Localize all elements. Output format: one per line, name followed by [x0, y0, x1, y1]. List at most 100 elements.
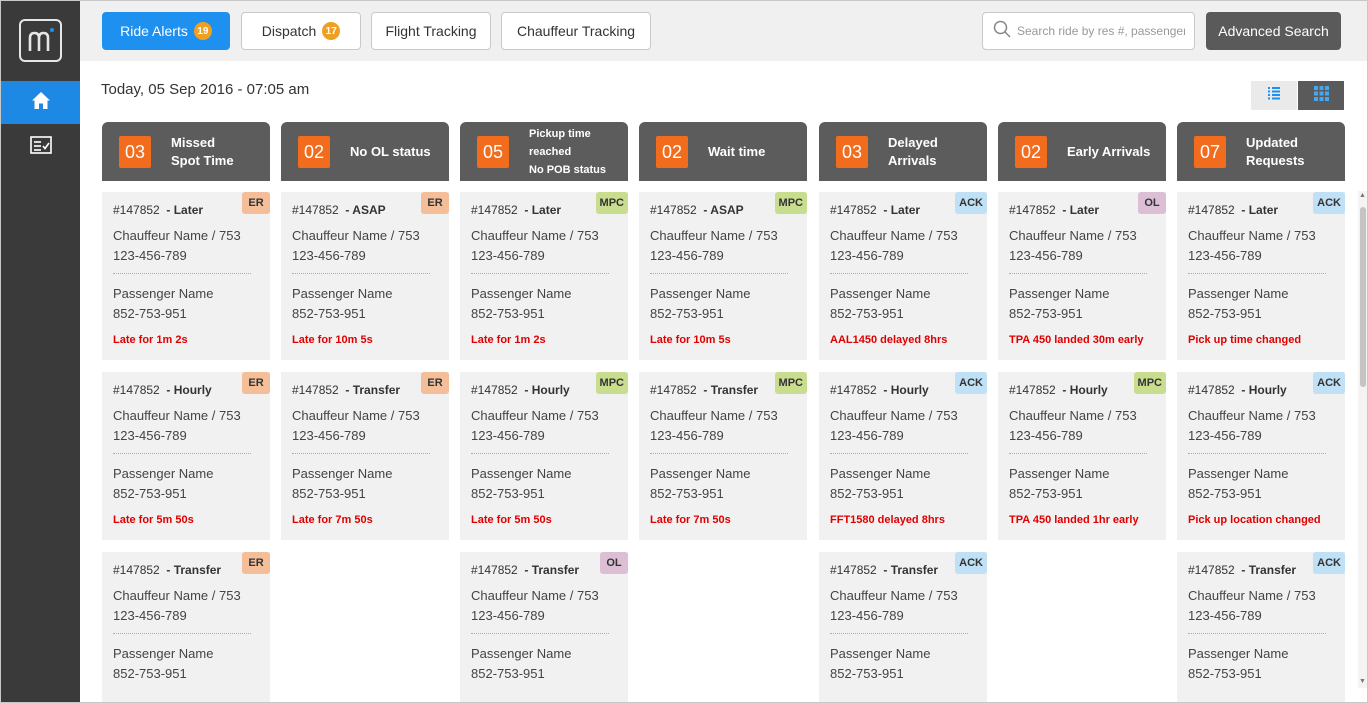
- app-logo[interactable]: [19, 19, 62, 62]
- ride-card[interactable]: #147852 - Later ER Chauffeur Name / 753 123…: [102, 192, 270, 360]
- passenger-name: Passenger Name: [471, 646, 572, 661]
- alert-column: 03 Delayed Arrivals #147852 - Later ACK Chau…: [819, 122, 987, 702]
- passenger-phone: 852-753-951: [113, 666, 187, 681]
- passenger-phone: 852-753-951: [113, 486, 187, 501]
- ride-card[interactable]: #147852 - ASAP ER Chauffeur Name / 753 123-…: [281, 192, 449, 360]
- search-box[interactable]: [982, 12, 1195, 50]
- passenger-phone: 852-753-951: [113, 306, 187, 321]
- ride-card[interactable]: #147852 - Later ACK Chauffeur Name / 753 12…: [1177, 192, 1345, 360]
- card-divider: [1188, 633, 1326, 634]
- grid-view-button[interactable]: [1298, 81, 1344, 110]
- card-divider: [830, 453, 968, 454]
- search-icon: [993, 20, 1011, 43]
- status-tag: ER: [242, 192, 270, 214]
- search-input[interactable]: [1017, 24, 1185, 38]
- card-divider: [650, 273, 788, 274]
- reservation-number: #147852: [830, 203, 877, 217]
- ride-card[interactable]: #147852 - Later OL Chauffeur Name / 753 123…: [998, 192, 1166, 360]
- passenger-name: Passenger Name: [830, 286, 931, 301]
- column-header: 07 Updated Requests: [1177, 122, 1345, 181]
- tab-ride-alerts[interactable]: Ride Alerts 19: [102, 12, 230, 50]
- chauffeur-phone: 123-456-789: [830, 248, 904, 263]
- chauffeur-phone: 123-456-789: [292, 428, 366, 443]
- scroll-up-arrow[interactable]: ▲: [1359, 192, 1366, 199]
- ride-card[interactable]: #147852 - Later ACK Chauffeur Name / 753 12…: [819, 192, 987, 360]
- passenger-name: Passenger Name: [650, 466, 751, 481]
- chauffeur-name: Chauffeur Name / 753: [113, 228, 241, 243]
- ride-card[interactable]: #147852 - Transfer ER Chauffeur Name / 753…: [102, 552, 270, 702]
- tab-flight-tracking[interactable]: Flight Tracking: [371, 12, 491, 50]
- scrollbar-thumb[interactable]: [1360, 207, 1366, 387]
- card-divider: [1188, 453, 1326, 454]
- passenger-phone: 852-753-951: [1188, 666, 1262, 681]
- ride-type: - Transfer: [883, 563, 939, 577]
- passenger-name: Passenger Name: [1009, 466, 1110, 481]
- ride-card[interactable]: #147852 - Transfer MPC Chauffeur Name / 75…: [639, 372, 807, 540]
- chauffeur-phone: 123-456-789: [1188, 248, 1262, 263]
- ride-card[interactable]: #147852 - Transfer ACK Chauffeur Name / 75…: [1177, 552, 1345, 702]
- reservation-number: #147852: [292, 203, 339, 217]
- reservation-number: #147852: [471, 563, 518, 577]
- column-count: 02: [298, 136, 330, 168]
- ride-type: - Later: [1062, 203, 1100, 217]
- passenger-name: Passenger Name: [1188, 466, 1289, 481]
- card-divider: [292, 453, 430, 454]
- alert-status: Late for 10m 5s: [292, 334, 373, 346]
- alert-column: 05 Pickup time reached No POB status #1478…: [460, 122, 628, 702]
- passenger-phone: 852-753-951: [471, 306, 545, 321]
- ride-id: #147852 - Later: [113, 203, 203, 217]
- ride-type: - Later: [524, 203, 562, 217]
- passenger-phone: 852-753-951: [830, 306, 904, 321]
- tab-label: Ride Alerts: [120, 23, 188, 39]
- ride-type: - Hourly: [524, 383, 570, 397]
- count-badge: 19: [193, 22, 212, 40]
- card-divider: [113, 273, 251, 274]
- passenger-phone: 852-753-951: [1188, 486, 1262, 501]
- sidebar-item-home[interactable]: [1, 81, 80, 124]
- chauffeur-phone: 123-456-789: [650, 428, 724, 443]
- column-header: 02 Wait time: [639, 122, 807, 181]
- ride-id: #147852 - ASAP: [650, 203, 744, 217]
- passenger-phone: 852-753-951: [292, 306, 366, 321]
- chauffeur-name: Chauffeur Name / 753: [1188, 588, 1316, 603]
- card-divider: [650, 453, 788, 454]
- ride-card[interactable]: #147852 - ASAP MPC Chauffeur Name / 753 123…: [639, 192, 807, 360]
- reservation-number: #147852: [471, 383, 518, 397]
- ride-id: #147852 - Later: [1188, 203, 1278, 217]
- checklist-icon: [29, 136, 52, 159]
- alert-status: Late for 7m 50s: [292, 514, 373, 526]
- passenger-name: Passenger Name: [113, 286, 214, 301]
- passenger-phone: 852-753-951: [471, 666, 545, 681]
- reservation-number: #147852: [1188, 383, 1235, 397]
- advanced-search-button[interactable]: Advanced Search: [1206, 12, 1341, 50]
- card-divider: [113, 453, 251, 454]
- sidebar-item-tasks[interactable]: [1, 126, 80, 169]
- ride-card[interactable]: #147852 - Hourly MPC Chauffeur Name / 753 1…: [998, 372, 1166, 540]
- ride-card[interactable]: #147852 - Transfer OL Chauffeur Name / 753…: [460, 552, 628, 702]
- ride-id: #147852 - Hourly: [830, 383, 929, 397]
- ride-card[interactable]: #147852 - Hourly ACK Chauffeur Name / 753 1…: [1177, 372, 1345, 540]
- ride-card[interactable]: #147852 - Transfer ACK Chauffeur Name / 75…: [819, 552, 987, 702]
- passenger-phone: 852-753-951: [830, 486, 904, 501]
- column-title: Wait time: [708, 143, 766, 159]
- passenger-name: Passenger Name: [471, 466, 572, 481]
- passenger-phone: 852-753-951: [471, 486, 545, 501]
- status-tag: OL: [600, 552, 628, 574]
- list-view-button[interactable]: [1251, 81, 1297, 110]
- tab-dispatch[interactable]: Dispatch 17: [241, 12, 361, 50]
- ride-card[interactable]: #147852 - Hourly ACK Chauffeur Name / 753 1…: [819, 372, 987, 540]
- ride-id: #147852 - Hourly: [1009, 383, 1108, 397]
- scroll-down-arrow[interactable]: ▼: [1359, 678, 1366, 685]
- ride-card[interactable]: #147852 - Later MPC Chauffeur Name / 753 12…: [460, 192, 628, 360]
- ride-card[interactable]: #147852 - Hourly ER Chauffeur Name / 753 12…: [102, 372, 270, 540]
- status-tag: OL: [1138, 192, 1166, 214]
- reservation-number: #147852: [471, 203, 518, 217]
- alert-status: AAL1450 delayed 8hrs: [830, 334, 948, 346]
- status-tag: ER: [421, 372, 449, 394]
- tab-chauffeur-tracking[interactable]: Chauffeur Tracking: [501, 12, 651, 50]
- ride-card[interactable]: #147852 - Transfer ER Chauffeur Name / 753…: [281, 372, 449, 540]
- alert-column: 02 No OL status #147852 - ASAP ER Chauffeur …: [281, 122, 449, 540]
- ride-card[interactable]: #147852 - Hourly MPC Chauffeur Name / 753 1…: [460, 372, 628, 540]
- card-divider: [830, 633, 968, 634]
- ride-id: #147852 - Later: [471, 203, 561, 217]
